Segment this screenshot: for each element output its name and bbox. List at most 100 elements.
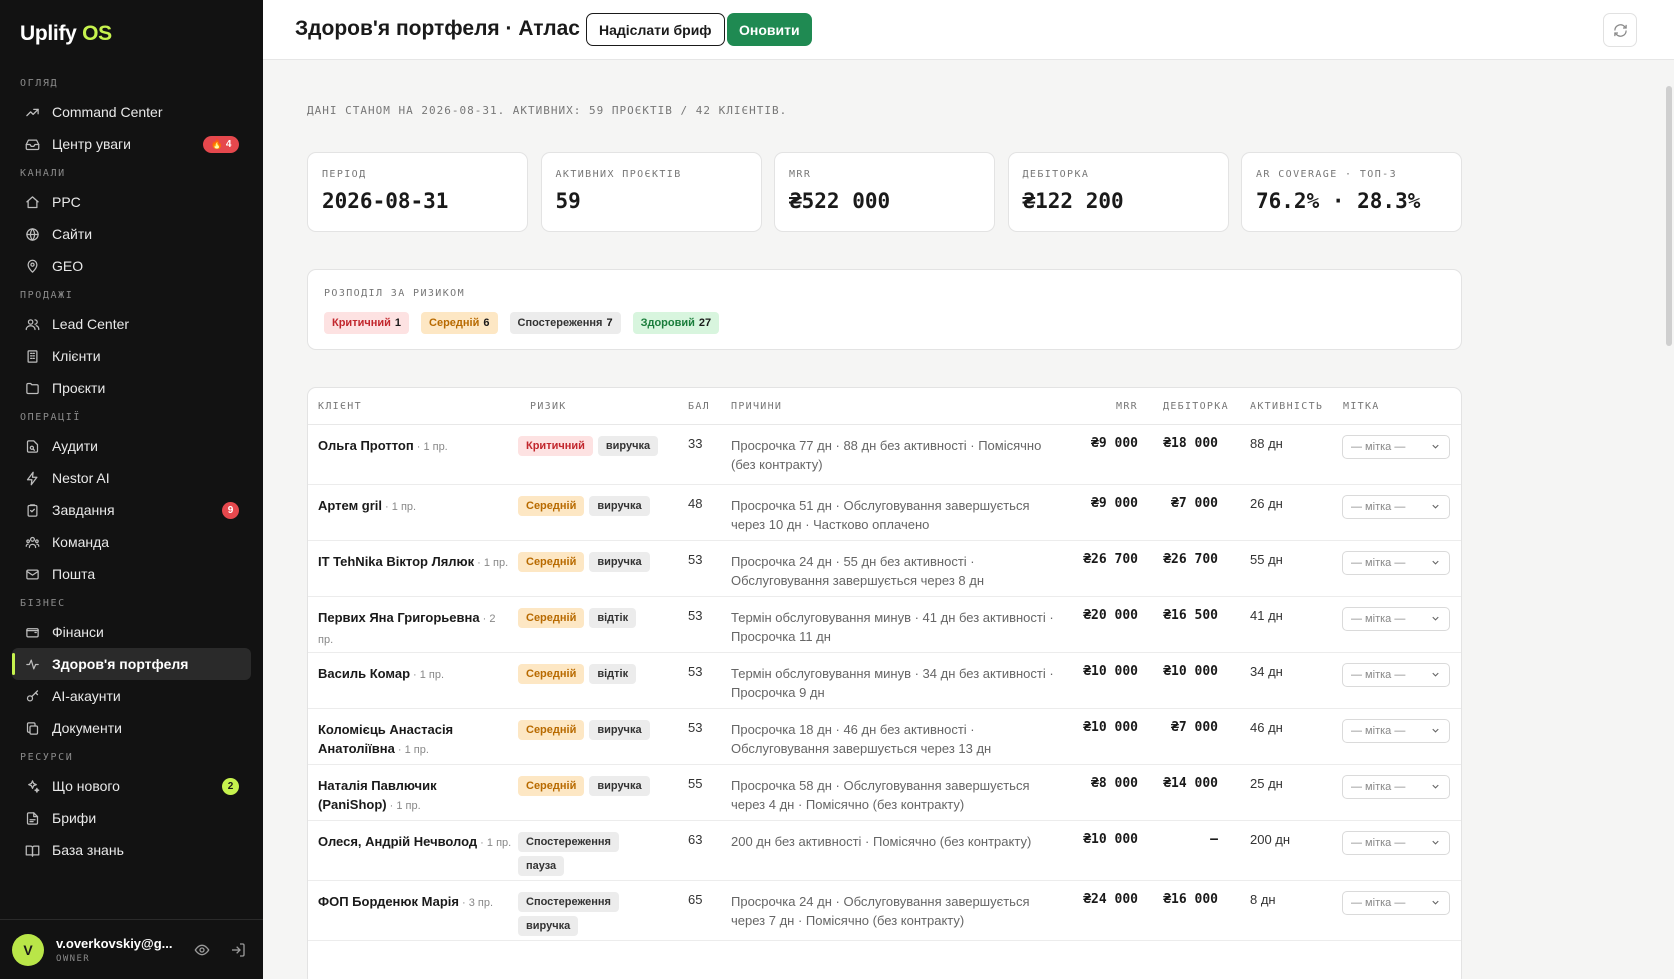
col-mrr[interactable]: MRR [1098, 401, 1138, 412]
sidebar-item[interactable]: Центр уваги 🔥 4 [12, 128, 251, 160]
client-cell[interactable]: ФОП Борденюк Марія · 3 пр. [318, 892, 513, 913]
mark-select[interactable]: — мітка — [1342, 495, 1450, 519]
mark-select[interactable]: — мітка — [1342, 663, 1450, 687]
scrollbar-thumb[interactable] [1666, 86, 1672, 346]
client-name[interactable]: Василь Комар [318, 666, 410, 681]
kpi-card: AR COVERAGE · ТОП-3 76.2% · 28.3% [1241, 152, 1462, 232]
client-name[interactable]: Первих Яна Григорьевна [318, 610, 480, 625]
table-row[interactable]: Олеся, Андрій Нечволод · 1 пр. Спостереже… [308, 821, 1461, 881]
client-name[interactable]: Артем gril [318, 498, 382, 513]
key-icon [24, 688, 40, 704]
sidebar-item[interactable]: Nestor AI [12, 462, 251, 494]
sidebar-item[interactable]: Command Center [12, 96, 251, 128]
app-logo[interactable]: Uplify OS [20, 22, 112, 46]
col-activity[interactable]: АКТИВНІСТЬ [1250, 401, 1323, 412]
col-mark[interactable]: МІТКА [1343, 401, 1380, 412]
mark-placeholder: — мітка — [1351, 897, 1406, 909]
sidebar-item[interactable]: Lead Center [12, 308, 251, 340]
client-name[interactable]: Коломієць Анастасія Анатоліївна [318, 722, 453, 756]
risk-pill-mid[interactable]: Середній 6 [421, 312, 498, 334]
chevron-down-icon [1430, 501, 1441, 515]
sidebar-item[interactable]: База знань [12, 834, 251, 866]
client-cell[interactable]: Наталія Павлючик (PaniShop) · 1 пр. [318, 776, 513, 816]
scrollbar[interactable] [1664, 60, 1674, 979]
kpi-label: MRR [789, 169, 812, 180]
client-name[interactable]: ФОП Борденюк Марія [318, 894, 459, 909]
client-cell[interactable]: Коломієць Анастасія Анатоліївна · 1 пр. [318, 720, 513, 760]
avatar[interactable]: V [12, 933, 44, 966]
sidebar-item[interactable]: GEO [12, 250, 251, 282]
col-score[interactable]: БАЛ [688, 401, 710, 412]
reload-icon[interactable] [1603, 13, 1637, 47]
mark-select[interactable]: — мітка — [1342, 551, 1450, 575]
sidebar-item[interactable]: AI-акаунти [12, 680, 251, 712]
sidebar-item[interactable]: Пошта [12, 558, 251, 590]
send-brief-button[interactable]: Надіслати бриф [586, 13, 725, 46]
sidebar-item[interactable]: Клієнти [12, 340, 251, 372]
kpi-card: ДЕБІТОРКА ₴122 200 [1007, 152, 1229, 232]
col-risk[interactable]: РИЗИК [530, 401, 567, 412]
sidebar-item[interactable]: Брифи [12, 802, 251, 834]
sidebar-item[interactable]: Аудити [12, 430, 251, 462]
risk-pill-crit[interactable]: Критичний 1 [324, 312, 410, 334]
mark-select[interactable]: — мітка — [1342, 831, 1450, 855]
table-row[interactable]: Коломієць Анастасія Анатоліївна · 1 пр. С… [308, 709, 1461, 765]
reasons-cell: Просрочка 24 дн · 55 дн без активності ·… [731, 554, 985, 588]
project-count: · 1 пр. [389, 800, 421, 812]
mark-select[interactable]: — мітка — [1342, 719, 1450, 743]
client-name[interactable]: IT TehNika Віктор Лялюк [318, 554, 474, 569]
sidebar-item[interactable]: PPC [12, 186, 251, 218]
sidebar-item-label: Nestor AI [52, 470, 110, 486]
client-cell[interactable]: IT TehNika Віктор Лялюк · 1 пр. [318, 552, 513, 573]
sidebar-item[interactable]: Здоров'я портфеля [12, 648, 251, 680]
sidebar-item[interactable]: Проєкти [12, 372, 251, 404]
client-name[interactable]: Олеся, Андрій Нечволод [318, 834, 477, 849]
logout-icon[interactable] [228, 940, 248, 960]
mark-select[interactable]: — мітка — [1342, 607, 1450, 631]
mark-select[interactable]: — мітка — [1342, 435, 1450, 459]
sidebar-section-label: БІЗНЕС [20, 598, 66, 609]
sidebar-item-label: База знань [52, 842, 124, 858]
table-row[interactable]: Наталія Павлючик (PaniShop) · 1 пр. Серед… [308, 765, 1461, 821]
reasons-cell: Термін обслуговування минув · 41 дн без … [731, 610, 1054, 644]
kpi-value: ₴522 000 [789, 189, 891, 213]
client-cell[interactable]: Первих Яна Григорьевна · 2 пр. [318, 608, 513, 650]
sidebar-item[interactable]: Фінанси [12, 616, 251, 648]
table-row[interactable]: Ольга Проттоп · 1 пр. Критичний виручка 3… [308, 425, 1461, 485]
table-row[interactable]: Василь Комар · 1 пр. Середній відтік 53 Т… [308, 653, 1461, 709]
table-row[interactable]: ФОП Борденюк Марія · 3 пр. Спостереження … [308, 881, 1461, 941]
ar-cell: ₴18 000 [1163, 436, 1218, 451]
sidebar-item[interactable]: Завдання 9 [12, 494, 251, 526]
client-name[interactable]: Ольга Проттоп [318, 438, 414, 453]
table-row[interactable]: IT TehNika Віктор Лялюк · 1 пр. Середній … [308, 541, 1461, 597]
kpi-card: АКТИВНИХ ПРОЄКТІВ 59 [540, 152, 762, 232]
table-row[interactable]: Артем gril · 1 пр. Середній виручка 48 Пр… [308, 485, 1461, 541]
refresh-button[interactable]: Оновити [727, 13, 812, 46]
kpi-row: ПЕРІОД 2026-08-31 АКТИВНИХ ПРОЄКТІВ 59 MRR… [307, 152, 1462, 232]
table-row[interactable]: Первих Яна Григорьевна · 2 пр. Середній в… [308, 597, 1461, 653]
client-cell[interactable]: Василь Комар · 1 пр. [318, 664, 513, 685]
eye-icon[interactable] [192, 940, 212, 960]
chevron-down-icon [1430, 557, 1441, 571]
col-ar[interactable]: ДЕБІТОРКА [1163, 401, 1229, 412]
risk-pill-count: 1 [394, 317, 402, 329]
risk-pill-healthy[interactable]: Здоровий 27 [632, 312, 720, 334]
risk-pill-watch[interactable]: Спостереження 7 [509, 312, 621, 334]
col-client[interactable]: КЛІЄНТ [318, 401, 362, 412]
user-panel: V v.overkovskiy@g... OWNER [0, 919, 263, 979]
mark-select[interactable]: — мітка — [1342, 775, 1450, 799]
sidebar-item[interactable]: Команда [12, 526, 251, 558]
client-cell[interactable]: Артем gril · 1 пр. [318, 496, 513, 517]
col-reasons[interactable]: ПРИЧИНИ [731, 401, 782, 412]
client-cell[interactable]: Олеся, Андрій Нечволод · 1 пр. [318, 832, 513, 853]
sidebar-item[interactable]: Що нового 2 [12, 770, 251, 802]
risk-tag: Середній [518, 608, 585, 628]
mark-select[interactable]: — мітка — [1342, 891, 1450, 915]
risk-cell: Середній відтік [518, 608, 663, 628]
sidebar-item[interactable]: Сайти [12, 218, 251, 250]
sidebar-item[interactable]: Документи [12, 712, 251, 744]
project-count: · 1 пр. [385, 501, 417, 513]
risk-tag: Спостереження [518, 832, 619, 852]
client-cell[interactable]: Ольга Проттоп · 1 пр. [318, 436, 513, 457]
user-meta: v.overkovskiy@g... OWNER [56, 936, 176, 964]
